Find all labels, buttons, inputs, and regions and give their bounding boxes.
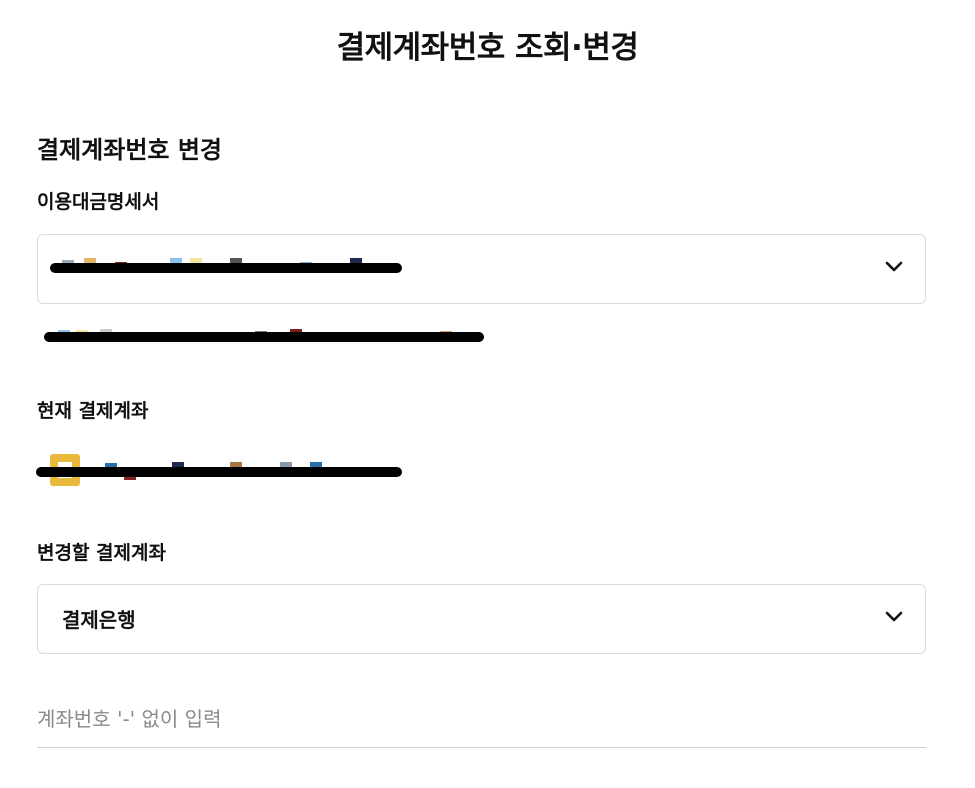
- bank-select[interactable]: 결제은행: [37, 584, 926, 654]
- new-account-label: 변경할 결제계좌: [37, 542, 166, 564]
- statement-label: 이용대금명세서: [37, 191, 160, 213]
- bank-select-value: 결제은행: [62, 608, 136, 632]
- current-account-label: 현재 결제계좌: [37, 400, 149, 422]
- section-title: 결제계좌번호 변경: [37, 136, 222, 164]
- page-title: 결제계좌번호 조회·변경: [336, 30, 639, 66]
- account-number-input[interactable]: [37, 690, 926, 748]
- chevron-down-icon: [885, 261, 903, 272]
- chevron-down-icon: [885, 611, 903, 622]
